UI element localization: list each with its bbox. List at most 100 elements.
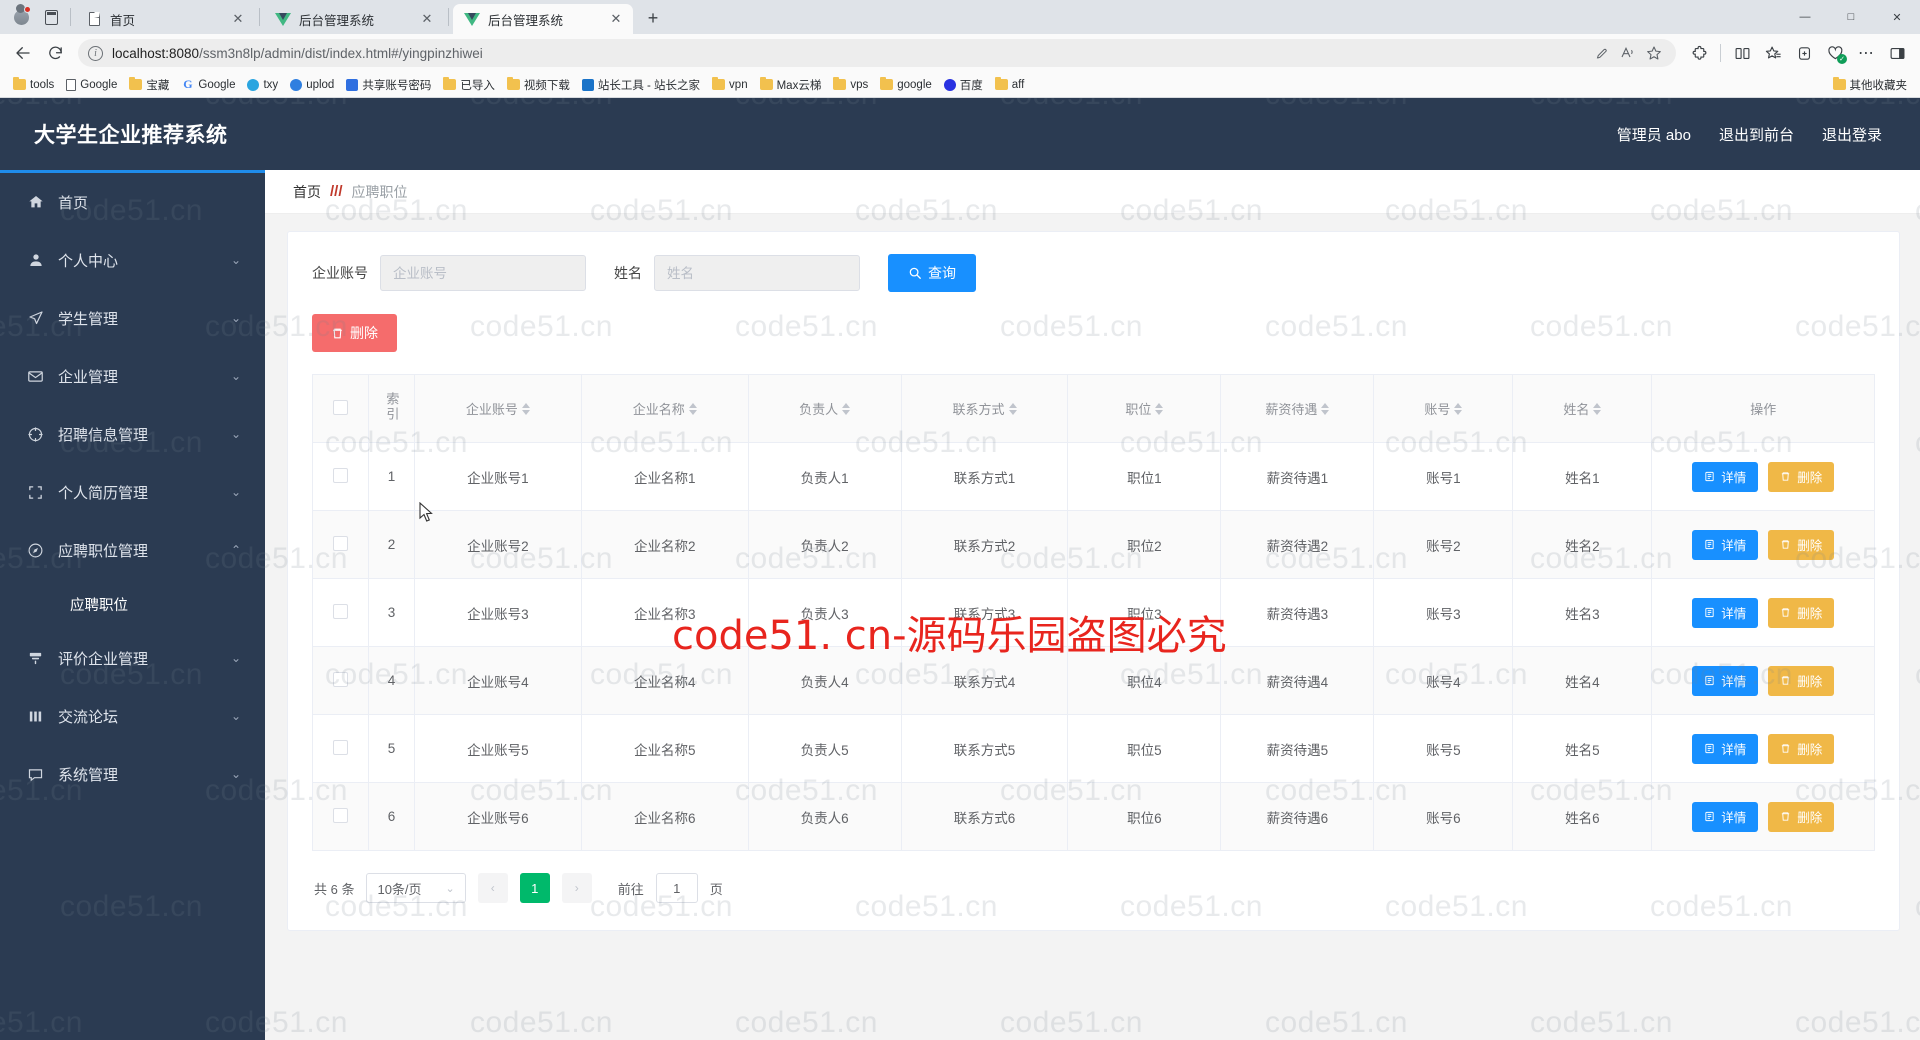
reload-button[interactable] [40, 38, 70, 68]
bookmark-item[interactable]: 共享账号密码 [341, 75, 436, 95]
sidebar-item-home[interactable]: 首页 [0, 173, 265, 231]
row-delete-button[interactable]: 删除 [1768, 733, 1835, 764]
bookmark-item[interactable]: vpn [707, 76, 753, 93]
bookmark-item[interactable]: 视频下载 [502, 75, 575, 95]
detail-button[interactable]: 详情 [1692, 665, 1759, 696]
column-header-name[interactable]: 姓名 [1512, 374, 1653, 443]
chevron-down-icon: ⌄ [230, 311, 241, 325]
browser-tab-1[interactable]: 首页 ✕ [75, 4, 255, 34]
page-size-select[interactable]: 10条/页 ⌄ [366, 873, 466, 903]
column-header-salary[interactable]: 薪资待遇 [1220, 374, 1375, 443]
row-delete-button[interactable]: 删除 [1768, 801, 1835, 832]
tab-search-button[interactable] [36, 2, 66, 32]
sidebar-item-system-management[interactable]: 系统管理 ⌄ [0, 745, 265, 803]
row-checkbox[interactable] [333, 807, 348, 823]
bookmark-label: txy [263, 78, 279, 91]
new-tab-button[interactable]: + [639, 4, 667, 32]
enterprise-account-input[interactable] [380, 255, 586, 291]
sidebar-item-student-management[interactable]: 学生管理 ⌄ [0, 289, 265, 347]
admin-user-link[interactable]: 管理员 abo [1617, 124, 1691, 145]
name-input[interactable] [654, 255, 860, 291]
sidebar-item-recruitment-info-management[interactable]: 招聘信息管理 ⌄ [0, 405, 265, 463]
close-icon[interactable]: ✕ [229, 10, 247, 28]
column-header-enterprise-name[interactable]: 企业名称 [581, 374, 749, 443]
column-header-account[interactable]: 账号 [1373, 374, 1514, 443]
browser-tab-3[interactable]: 后台管理系统 ✕ [453, 4, 633, 34]
row-checkbox[interactable] [333, 467, 348, 483]
detail-button[interactable]: 详情 [1692, 597, 1759, 628]
back-button[interactable] [8, 38, 38, 68]
address-bar[interactable]: i localhost:8080/ssm3n8lp/admin/dist/ind… [78, 39, 1676, 67]
row-delete-button[interactable]: 删除 [1768, 529, 1835, 560]
sidebar-subitem-job-application[interactable]: 应聘职位 [0, 579, 265, 629]
collections-icon[interactable] [1758, 38, 1788, 68]
sidebar-item-forum[interactable]: 交流论坛 ⌄ [0, 687, 265, 745]
bookmark-item[interactable]: G Google [176, 76, 240, 93]
bookmark-item[interactable]: Google [61, 77, 122, 93]
jump-page-input[interactable] [655, 873, 698, 903]
sidebar-item-job-application-management[interactable]: 应聘职位管理 ⌃ [0, 521, 265, 579]
row-delete-button[interactable]: 删除 [1768, 461, 1835, 492]
column-header-contact-info[interactable]: 联系方式 [901, 374, 1069, 443]
bookmark-item[interactable]: google [875, 76, 937, 93]
row-checkbox[interactable] [333, 535, 348, 551]
row-delete-button[interactable]: 删除 [1768, 597, 1835, 628]
next-page-button[interactable]: › [561, 873, 592, 903]
extensions-icon[interactable] [1684, 38, 1714, 68]
minimize-button[interactable]: — [1782, 0, 1828, 34]
other-favorites-button[interactable]: 其他收藏夹 [1828, 75, 1913, 95]
detail-button[interactable]: 详情 [1692, 733, 1759, 764]
row-delete-button[interactable]: 删除 [1768, 665, 1835, 696]
cell-qiyezhanghao: 企业账号3 [414, 578, 582, 647]
select-all-header [312, 374, 369, 443]
tab-search-icon [44, 9, 58, 25]
split-screen-icon[interactable] [1727, 38, 1757, 68]
row-checkbox[interactable] [333, 739, 348, 755]
prev-page-button[interactable]: ‹ [477, 873, 508, 903]
sidebar-item-resume-management[interactable]: 个人简历管理 ⌄ [0, 463, 265, 521]
bookmark-item[interactable]: 已导入 [438, 75, 500, 95]
detail-button[interactable]: 详情 [1692, 529, 1759, 560]
bookmark-item[interactable]: vps [828, 76, 873, 93]
row-checkbox[interactable] [333, 671, 348, 687]
breadcrumb-home[interactable]: 首页 [293, 182, 321, 202]
row-checkbox[interactable] [333, 603, 348, 619]
browser-essentials-icon[interactable]: ✓ [1820, 38, 1850, 68]
bookmark-item[interactable]: 站长工具 - 站长之家 [577, 75, 705, 95]
exit-to-frontend-link[interactable]: 退出到前台 [1719, 124, 1794, 145]
maximize-button[interactable]: □ [1828, 0, 1874, 34]
page-number-1[interactable]: 1 [519, 873, 550, 903]
column-header-enterprise-account[interactable]: 企业账号 [414, 374, 582, 443]
more-options-icon[interactable]: ⋯ [1851, 38, 1881, 68]
sidebar-item-personal-center[interactable]: 个人中心 ⌄ [0, 231, 265, 289]
detail-button[interactable]: 详情 [1692, 801, 1759, 832]
bookmark-item[interactable]: txy [242, 77, 283, 93]
site-info-icon[interactable]: i [88, 45, 103, 61]
bookmark-item[interactable]: 宝藏 [124, 75, 174, 95]
column-header-contact-person[interactable]: 负责人 [748, 374, 902, 443]
sidebar-item-evaluation-management[interactable]: 评价企业管理 ⌄ [0, 629, 265, 687]
bookmark-item[interactable]: tools [8, 76, 59, 93]
close-icon[interactable]: ✕ [607, 10, 625, 28]
sidebar-toggle-icon[interactable] [1882, 38, 1912, 68]
close-icon[interactable]: ✕ [418, 10, 436, 28]
sidebar-item-enterprise-management[interactable]: 企业管理 ⌄ [0, 347, 265, 405]
add-to-collection-icon[interactable] [1789, 38, 1819, 68]
search-button[interactable]: 查询 [888, 254, 976, 292]
bookmark-item[interactable]: Max云梯 [755, 75, 827, 95]
bookmark-item[interactable]: 百度 [939, 75, 988, 95]
detail-button[interactable]: 详情 [1692, 461, 1759, 492]
column-header-position[interactable]: 职位 [1067, 374, 1222, 443]
logout-link[interactable]: 退出登录 [1822, 124, 1882, 145]
close-window-button[interactable]: ✕ [1874, 0, 1920, 34]
bookmark-item[interactable]: uplod [285, 77, 339, 93]
favorite-star-icon[interactable] [1642, 41, 1666, 65]
bookmark-item[interactable]: aff [990, 76, 1030, 93]
read-aloud-icon[interactable] [1616, 41, 1640, 65]
browser-tab-2[interactable]: 后台管理系统 ✕ [264, 4, 444, 34]
edit-pen-icon[interactable] [1590, 41, 1614, 65]
bulk-delete-button[interactable]: 删除 [312, 314, 397, 352]
profile-button[interactable] [6, 2, 36, 32]
table-row: 6 企业账号6 企业名称6 负责人6 联系方式6 职位6 薪资待遇6 账号6 姓名6 详情 删除 [312, 782, 1875, 851]
select-all-checkbox[interactable] [333, 399, 348, 415]
